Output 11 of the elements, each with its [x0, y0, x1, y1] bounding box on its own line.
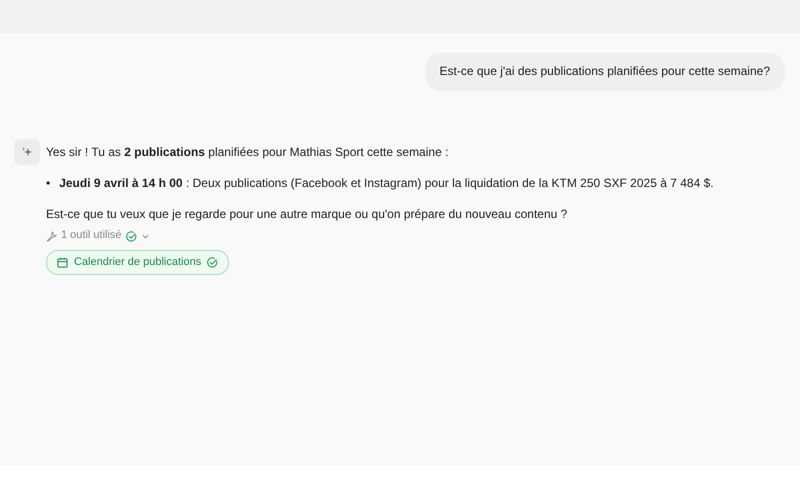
sparkle-icon [14, 139, 40, 165]
tools-used-label: 1 outil utilisé [61, 228, 122, 244]
wrench-icon [46, 230, 57, 242]
user-message: Est-ce que j'ai des publications planifiées pour cette semaine? [426, 53, 784, 89]
tools-used-toggle[interactable]: 1 outil utilisé [46, 228, 150, 244]
list-item: Jeudi 9 avril à 14 h 00 : Deux publications (Facebook et Instagram) pour la liquidation de la KTM 250 SXF 2025 à 7 484 $. [59, 174, 714, 192]
tool-chip[interactable]: Calendrier de publications [46, 250, 230, 276]
message-text: Yes sir ! Tu as 2 publications planifiées pour Mathias Sport cette semaine : [46, 144, 450, 161]
calendar-icon [57, 256, 68, 268]
message-text: Est-ce que tu veux que je regarde pour une autre marque ou qu'on prépare du nouveau contenu ? [46, 206, 568, 222]
bullet-marker: • [46, 174, 50, 192]
